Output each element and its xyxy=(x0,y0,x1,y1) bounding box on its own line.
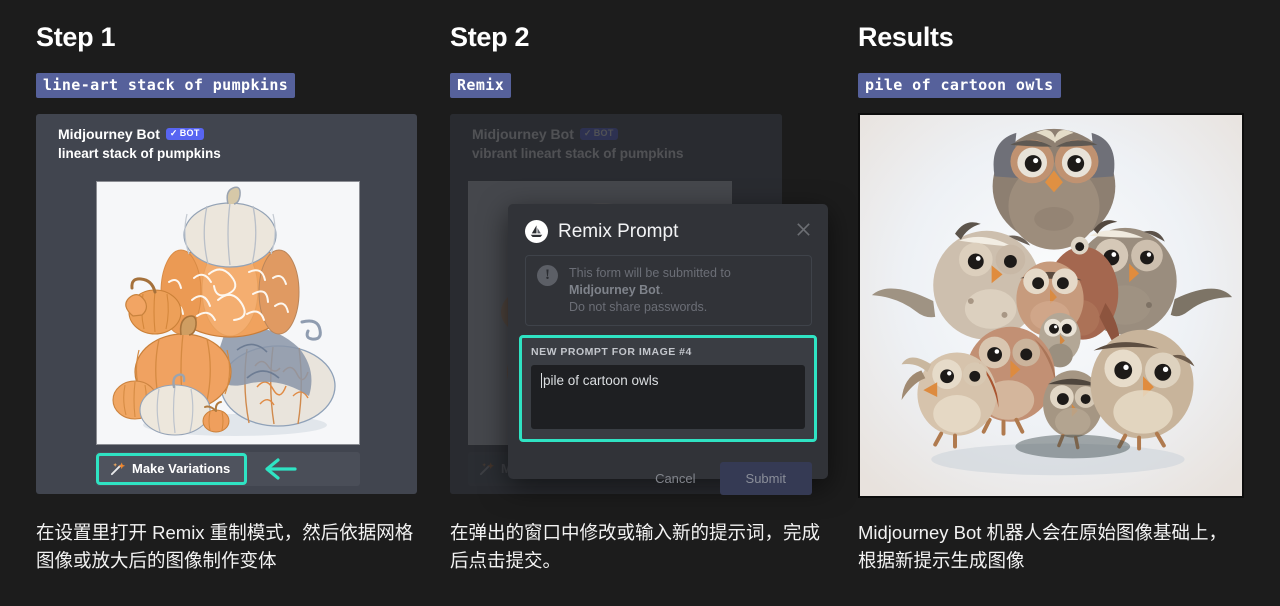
step-2-prompt-chip: Remix xyxy=(450,73,512,98)
new-prompt-value: pile of cartoon owls xyxy=(543,372,659,388)
discord-author-row: Midjourney Bot ✓ BOT xyxy=(58,126,417,142)
sailboat-glyph xyxy=(530,225,543,237)
make-variations-button[interactable]: Make Variations xyxy=(96,453,248,485)
cancel-button[interactable]: Cancel xyxy=(641,463,709,494)
bot-badge-label-2: BOT xyxy=(593,128,614,138)
bot-badge: ✓ BOT xyxy=(165,128,204,140)
modal-title: Remix Prompt xyxy=(558,220,679,242)
results-caption: Midjourney Bot 机器人会在原始图像基础上，根据新提示生成图像 xyxy=(858,522,1228,571)
results-heading: Results xyxy=(858,22,954,52)
infographic-root: Step 1 line-art stack of pumpkins Midjou… xyxy=(0,0,1280,606)
discord-header-1: Midjourney Bot ✓ BOT lineart stack of pu… xyxy=(36,114,417,161)
warning-line-2: Do not share passwords. xyxy=(569,299,708,314)
pumpkin-illustration-svg xyxy=(97,182,359,444)
make-variations-label: Make Variations xyxy=(132,461,231,476)
owls-result-image[interactable] xyxy=(858,113,1244,498)
arrow-left-icon xyxy=(265,458,297,480)
column-results: Results pile of cartoon owls Midjourney … xyxy=(858,0,1244,606)
modal-warning-box: ! This form will be submitted to Midjour… xyxy=(525,255,812,326)
discord-author-row-2: Midjourney Bot ✓ BOT xyxy=(472,126,782,142)
discord-message-prompt: lineart stack of pumpkins xyxy=(58,146,221,161)
submit-button[interactable]: Submit xyxy=(719,461,812,495)
variations-toolbar: Make Variations xyxy=(96,452,360,486)
modal-warning-text: This form will be submitted to Midjourne… xyxy=(569,265,800,316)
column-step-1: Step 1 line-art stack of pumpkins Midjou… xyxy=(36,0,417,606)
magic-wand-icon-dimmed xyxy=(479,462,494,476)
new-prompt-input[interactable]: pile of cartoon owls xyxy=(531,364,805,429)
new-prompt-field-group: NEW PROMPT FOR IMAGE #4 pile of cartoon … xyxy=(519,334,817,442)
close-icon[interactable] xyxy=(795,221,812,243)
warning-line-1b: . xyxy=(659,282,664,297)
discord-header-2: Midjourney Bot ✓ BOT vibrant lineart sta… xyxy=(450,114,782,161)
warning-icon: ! xyxy=(537,265,558,286)
discord-message-prompt-2: vibrant lineart stack of pumpkins xyxy=(472,146,684,161)
close-glyph xyxy=(797,222,810,236)
midjourney-sailboat-icon xyxy=(525,220,548,243)
discord-author-name: Midjourney Bot xyxy=(58,126,160,142)
new-prompt-label: NEW PROMPT FOR IMAGE #4 xyxy=(531,345,692,358)
bot-badge-label: BOT xyxy=(179,128,200,138)
results-prompt-chip: pile of cartoon owls xyxy=(858,73,1061,98)
step-1-heading: Step 1 xyxy=(36,22,116,52)
text-caret xyxy=(541,372,542,388)
pumpkin-image[interactable] xyxy=(96,181,360,445)
discord-message-panel-1: Midjourney Bot ✓ BOT lineart stack of pu… xyxy=(36,114,417,494)
modal-footer: Cancel Submit xyxy=(508,448,828,509)
warning-bot-name: Midjourney Bot xyxy=(569,282,660,297)
warning-line-1a: This form will be submitted to xyxy=(569,266,731,280)
bot-badge-2: ✓ BOT xyxy=(579,128,618,140)
step-2-heading: Step 2 xyxy=(450,22,530,52)
owls-illustration-svg xyxy=(860,115,1242,496)
check-icon-2: ✓ xyxy=(583,128,592,138)
step-1-prompt-chip: line-art stack of pumpkins xyxy=(36,73,296,98)
column-step-2: Step 2 Remix Midjourney Bot ✓ BOT vibran… xyxy=(450,0,835,606)
modal-header: Remix Prompt xyxy=(508,204,828,253)
step-1-caption: 在设置里打开 Remix 重制模式，然后依据网格图像或放大后的图像制作变体 xyxy=(36,522,414,571)
magic-wand-icon xyxy=(110,462,125,476)
discord-author-name-2: Midjourney Bot xyxy=(472,126,574,142)
remix-prompt-modal: Remix Prompt ! This form will be submitt… xyxy=(508,204,828,495)
check-icon: ✓ xyxy=(169,128,178,138)
step-2-caption: 在弹出的窗口中修改或输入新的提示词，完成后点击提交。 xyxy=(450,522,821,571)
